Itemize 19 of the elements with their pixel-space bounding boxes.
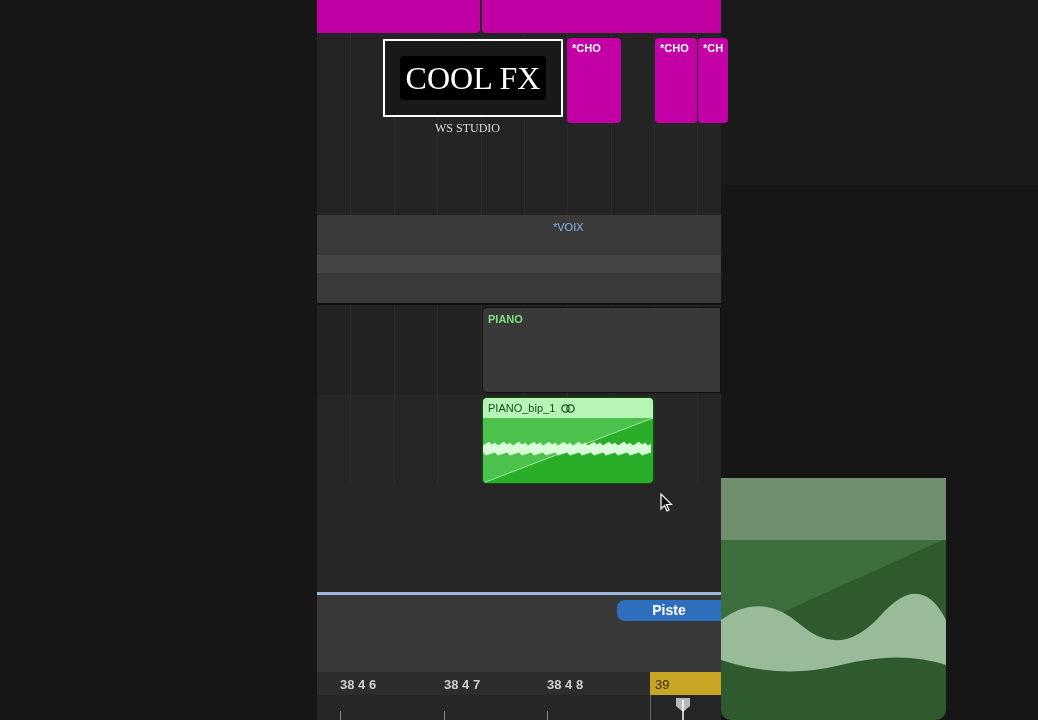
track-button[interactable]: Piste — [617, 600, 721, 621]
region[interactable]: PIANO — [482, 307, 721, 393]
region[interactable] — [482, 0, 721, 33]
track-label: *VOIX — [553, 220, 584, 235]
loop-icon — [561, 403, 576, 413]
region-name: PIANO_bip_1 — [488, 400, 556, 416]
region[interactable]: *CHO — [655, 38, 697, 123]
playhead-icon[interactable] — [674, 696, 692, 720]
region[interactable]: *CHO — [567, 38, 621, 123]
ruler-label: 38 4 8 — [547, 676, 584, 694]
title: COOL FX — [399, 56, 547, 100]
caption: WS STUDIO — [435, 120, 500, 137]
region[interactable]: *CH — [698, 38, 728, 123]
pointer-icon — [660, 493, 673, 512]
audio-region[interactable]: PIANO_bip_1 — [482, 397, 654, 484]
ruler-marker[interactable]: 39 — [650, 672, 721, 695]
ruler-label: 38 4 6 — [340, 676, 377, 694]
ruler-label: 38 4 7 — [444, 676, 481, 694]
region[interactable] — [317, 0, 480, 33]
